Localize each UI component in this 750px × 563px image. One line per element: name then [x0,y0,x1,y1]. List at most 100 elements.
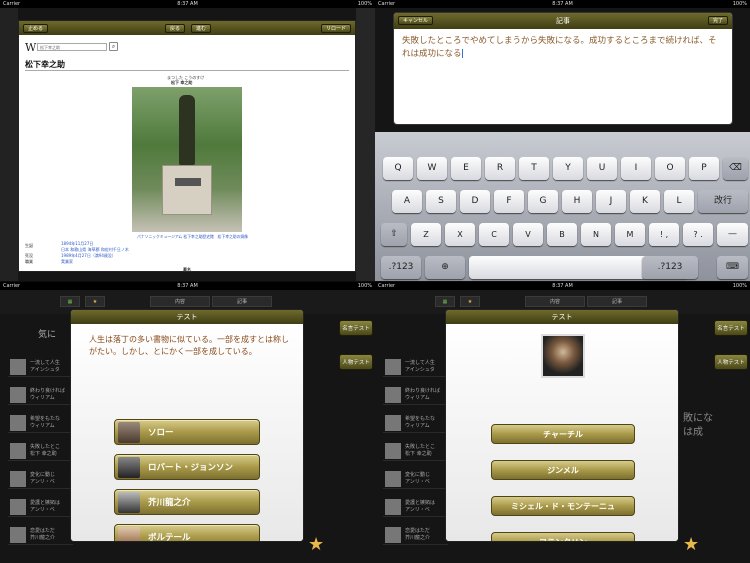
key-f[interactable]: F [494,190,524,213]
key-symbol[interactable]: B [547,223,577,246]
return-key[interactable]: 改行 [698,190,748,213]
list-item[interactable]: 変化に動じ アンリ・ベ [8,469,73,489]
key-p[interactable]: P [689,157,719,180]
shift-key[interactable]: ⇧ [381,223,407,246]
tab-article[interactable]: 記事 [587,296,647,307]
key-t[interactable]: T [519,157,549,180]
avatar [385,471,401,487]
grid-icon[interactable]: ▦ [435,296,455,307]
list-item[interactable]: 一流して人生 アインシュタ [8,357,73,377]
tab-content[interactable]: 内容 [150,296,210,307]
list-item[interactable]: 変化に動じ アンリ・ベ [383,469,448,489]
forward-button[interactable]: 進む [191,24,212,33]
reload-button[interactable]: リロード [320,24,351,33]
key-symbol[interactable]: C [479,223,509,246]
favorite-star-icon[interactable]: ★ [683,534,699,555]
answer-button[interactable]: チャーチル [491,424,635,444]
avatar [385,359,401,375]
tab-article[interactable]: 記事 [212,296,272,307]
avatar [385,443,401,459]
dash-key[interactable]: — [717,223,748,246]
key-symbol[interactable]: V [513,223,543,246]
stop-button[interactable]: 止める [23,24,49,33]
browser-screen: Carrier 8:37 AM 100% 止める 戻る 進む リロード W 松下… [0,0,375,281]
list-item[interactable]: 恋愛はただ 芥川龍之介 [383,525,448,545]
key-w[interactable]: W [417,157,447,180]
answer-button[interactable]: ジンメル [491,460,635,480]
note-toolbar: キャンセル 記事 完了 [394,13,732,29]
star-tab-icon[interactable]: ★ [85,296,105,307]
backspace-key[interactable]: ⌫ [723,157,748,180]
list-item[interactable]: 恋愛はただ 芥川龍之介 [8,525,73,545]
dialog-title: テスト [446,310,678,324]
key-r[interactable]: R [485,157,515,180]
key-d[interactable]: D [460,190,490,213]
search-input[interactable]: 松下幸之助 [37,43,107,51]
hide-keyboard-icon[interactable]: ⌨ [717,256,748,279]
avatar [10,359,26,375]
key-q[interactable]: Q [383,157,413,180]
note-textarea[interactable]: 失敗したところでやめてしまうから失敗になる。成功するところまで続ければ、それは成… [402,35,724,61]
tab-content[interactable]: 内容 [525,296,585,307]
back-button[interactable]: 戻る [165,24,186,33]
list-item-text: 一流して人生 アインシュタ [30,360,60,373]
key-y[interactable]: Y [553,157,583,180]
list-item[interactable]: 一流して人生 アインシュタ [383,357,448,377]
note-title: 記事 [556,17,570,25]
avatar [385,499,401,515]
key-symbol[interactable]: ? . [683,223,713,246]
search-icon[interactable]: ⌕ [109,42,118,51]
key-j[interactable]: J [596,190,626,213]
key-symbol[interactable]: X [445,223,475,246]
wikipedia-logo[interactable]: W [25,41,36,54]
key-k[interactable]: K [630,190,660,213]
key-h[interactable]: H [562,190,592,213]
grid-icon[interactable]: ▦ [60,296,80,307]
done-button[interactable]: 完了 [707,16,728,25]
list-item[interactable]: 終わり良ければ ウィリアム [383,385,448,405]
avatar [10,499,26,515]
list-item[interactable]: 失敗したとこ 松下 幸之助 [383,441,448,461]
list-item-text: 愛護と嫉妬は アンリ・ベ [30,500,61,513]
key-symbol[interactable]: Z [411,223,441,246]
key-l[interactable]: L [664,190,694,213]
key-symbol[interactable]: M [615,223,645,246]
answer-button[interactable]: 芥川龍之介 [114,489,260,515]
portrait-icon [118,422,140,443]
key-s[interactable]: S [426,190,456,213]
list-item[interactable]: 希望をもたな ウィリアム [383,413,448,433]
answer-button[interactable]: ロバート・ジョンソン [114,454,260,480]
key-symbol[interactable]: ! , [649,223,679,246]
key-u[interactable]: U [587,157,617,180]
numbers-key[interactable]: .?123 [381,256,421,279]
avatar [385,415,401,431]
person-test-button[interactable]: 人物テスト [714,354,748,370]
avatar [385,527,401,543]
answer-button[interactable]: フランクリン [491,532,635,541]
answer-button[interactable]: ボルテール [114,524,260,541]
key-a[interactable]: A [392,190,422,213]
answer-button[interactable]: ソロー [114,419,260,445]
key-i[interactable]: I [621,157,651,180]
keyboard: Q W E R T Y U I O P ⌫ A S D F G H J K L 改行 ⇧ Z X C V B N M! ,? . — .?1… [375,132,750,281]
list-item[interactable]: 失敗したとこ 松下 幸之助 [8,441,73,461]
list-item[interactable]: 希望をもたな ウィリアム [8,413,73,433]
star-tab-icon[interactable]: ★ [460,296,480,307]
name-test-button[interactable]: 名言テスト [714,320,748,336]
favorite-star-icon[interactable]: ★ [308,534,324,555]
key-g[interactable]: G [528,190,558,213]
key-symbol[interactable]: N [581,223,611,246]
globe-icon[interactable]: ⊕ [425,256,465,279]
list-item-text: 失敗したとこ 松下 幸之助 [405,444,436,457]
list-item[interactable]: 愛護と嫉妬は アンリ・ベ [383,497,448,517]
name-test-button[interactable]: 名言テスト [339,320,373,336]
answer-button[interactable]: ミシェル・ド・モンテーニュ [491,496,635,516]
list-item[interactable]: 愛護と嫉妬は アンリ・ベ [8,497,73,517]
key-e[interactable]: E [451,157,481,180]
background-list [0,8,18,281]
list-item[interactable]: 終わり良ければ ウィリアム [8,385,73,405]
numbers-key[interactable]: .?123 [642,256,698,279]
key-o[interactable]: O [655,157,685,180]
person-test-button[interactable]: 人物テスト [339,354,373,370]
photo-caption[interactable]: パナソニックミュージアム 松下幸之助歴史館 松下幸之助の銅像 [137,234,248,240]
